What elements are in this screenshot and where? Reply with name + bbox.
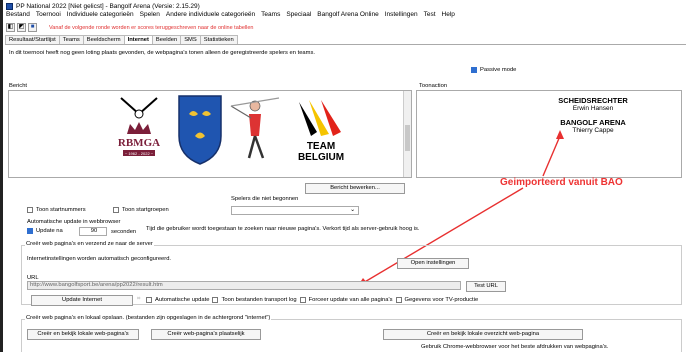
players-not-started-select[interactable]: ⌄ (231, 206, 359, 215)
seconds-label: seconden (111, 229, 137, 235)
options-row: Automatische update Toon bestanden trans… (146, 297, 478, 303)
players-not-started-label: Spelers die niet begonnen (231, 196, 299, 202)
update-every-label: Update na (36, 228, 63, 234)
annotation-label: Geimporteerd vanuit BAO (500, 177, 623, 188)
option-force-update: Forceer update van alle pagina's (308, 297, 393, 303)
checkbox-icon[interactable] (113, 207, 119, 213)
local-section-title: Creër web pagina's en lokaal opslaan. (b… (25, 315, 272, 321)
chrome-note: Gebruik Chrome-webbrowser voor het beste… (421, 344, 609, 350)
server-section-title: Creër web pagina's en verzend ze naar de… (25, 241, 154, 247)
checkbox-checked-icon[interactable] (27, 228, 33, 234)
create-view-overview-button[interactable]: Creër en bekijk lokale overzicht web-pag… (383, 329, 583, 340)
url-field[interactable]: http://www.bangolfsport.be/arena/pp2022/… (27, 281, 461, 290)
show-start-numbers-label: Toon startnummers (36, 207, 86, 213)
auto-config-text: Internetinstellingen worden automatisch … (27, 256, 172, 262)
auto-update-label: Automatische update in webbrowser (27, 219, 121, 225)
open-settings-button[interactable]: Open instellingen (397, 258, 469, 269)
option-tv-production: Gegevens voor TV-productie (404, 297, 479, 303)
app-window: PP National 2022 [Niet gelicst] - Bangol… (0, 0, 688, 352)
update-interval-input[interactable]: 90 (79, 227, 107, 236)
auto-update-checkbox[interactable]: Update na (27, 228, 63, 234)
test-url-button[interactable]: Test URL (466, 281, 506, 292)
checkbox-icon[interactable] (27, 207, 33, 213)
checkbox-icon[interactable] (395, 297, 402, 303)
show-start-groups-label: Toon startgroepen (122, 207, 169, 213)
checkbox-icon[interactable] (212, 297, 219, 303)
create-local-pages-button[interactable]: Creër web-pagina's plaatselijk (151, 329, 261, 340)
refresh-icon: ⌗ (137, 296, 141, 302)
option-transport-log: Toon bestanden transport log (221, 297, 297, 303)
show-start-numbers-checkbox[interactable]: Toon startnummers (27, 207, 86, 213)
checkbox-icon[interactable] (146, 297, 152, 303)
option-auto-update: Automatische update (155, 297, 210, 303)
create-view-local-button[interactable]: Creër en bekijk lokale web-pagina's (27, 329, 139, 340)
update-note: Tijd die gebruiker wordt toegestaan te z… (146, 226, 420, 232)
checkbox-icon[interactable] (299, 297, 306, 303)
show-start-groups-checkbox[interactable]: Toon startgroepen (113, 207, 169, 213)
update-internet-button[interactable]: Update Internet (31, 295, 133, 306)
chevron-down-icon: ⌄ (350, 207, 355, 213)
